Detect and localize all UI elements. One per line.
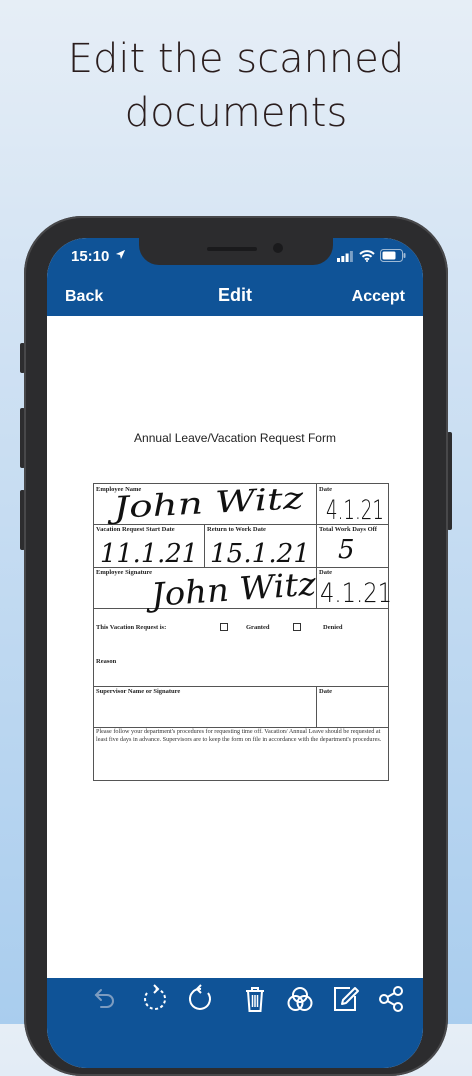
accept-button[interactable]: Accept — [352, 288, 405, 306]
label-denied: Denied — [323, 624, 343, 631]
label-date-2: Date — [319, 569, 332, 576]
location-arrow-icon — [115, 249, 126, 260]
rotate-right-icon[interactable] — [186, 984, 216, 1014]
phone-screen: 15:10 Back Edit Accept Annual Leave/Vaca… — [47, 238, 423, 1068]
handwritten-date-1: 4.1.21 — [326, 495, 384, 526]
battery-icon — [380, 249, 406, 262]
rotate-left-icon[interactable] — [139, 984, 169, 1014]
form-row-line — [94, 524, 388, 525]
speaker-grill — [207, 247, 257, 251]
form-row-line — [94, 686, 388, 687]
label-request-is: This Vacation Request is: — [96, 624, 167, 631]
label-reason: Reason — [96, 658, 117, 665]
checkbox-denied[interactable] — [293, 623, 301, 631]
back-button[interactable]: Back — [65, 288, 103, 306]
handwritten-signature: John Witz — [144, 564, 319, 614]
status-bar: 15:10 — [47, 238, 423, 282]
handwritten-return-date: 15.1.21 — [210, 539, 310, 569]
form-footnote: Please follow your department's procedur… — [96, 728, 382, 743]
label-return-date: Return to Work Date — [207, 526, 266, 533]
vacation-request-form: Employee Name Date Vacation Request Star… — [93, 483, 390, 781]
handwritten-total-days: 5 — [338, 535, 355, 565]
form-col-line — [204, 524, 205, 567]
notch — [139, 238, 333, 265]
status-time: 15:10 — [71, 248, 110, 265]
headline-line-2: documents — [124, 90, 348, 136]
edit-icon[interactable] — [330, 984, 360, 1014]
form-row-line — [94, 608, 388, 609]
front-camera — [273, 243, 283, 253]
headline-line-1: Edit the scanned — [67, 36, 405, 82]
label-employee-name: Employee Name — [96, 486, 142, 493]
label-start-date: Vacation Request Start Date — [96, 526, 175, 533]
label-employee-signature: Employee Signature — [96, 569, 153, 576]
signal-icon — [337, 251, 353, 262]
label-date-3: Date — [319, 688, 332, 695]
form-row-line — [94, 567, 388, 568]
wifi-icon — [359, 250, 375, 262]
undo-icon[interactable] — [91, 984, 121, 1014]
trash-icon[interactable] — [240, 984, 270, 1014]
headline: Edit the scanned documents — [0, 32, 472, 140]
bottom-toolbar — [47, 978, 423, 1068]
handwritten-start-date: 11.1.21 — [100, 539, 198, 569]
nav-bar: Back Edit Accept — [47, 282, 423, 316]
form-col-line — [316, 484, 317, 608]
filter-icon[interactable] — [285, 984, 315, 1014]
label-date-1: Date — [319, 486, 332, 493]
form-col-line — [316, 686, 317, 727]
handwritten-date-2: 4.1.21 — [320, 578, 390, 609]
share-icon[interactable] — [376, 984, 406, 1014]
form-title: Annual Leave/Vacation Request Form — [134, 431, 336, 445]
label-total-days: Total Work Days Off — [319, 526, 377, 533]
label-granted: Granted — [246, 624, 270, 631]
label-supervisor: Supervisor Name or Signature — [96, 688, 181, 695]
checkbox-granted[interactable] — [220, 623, 228, 631]
document-canvas[interactable]: Annual Leave/Vacation Request Form Emplo… — [47, 316, 423, 978]
